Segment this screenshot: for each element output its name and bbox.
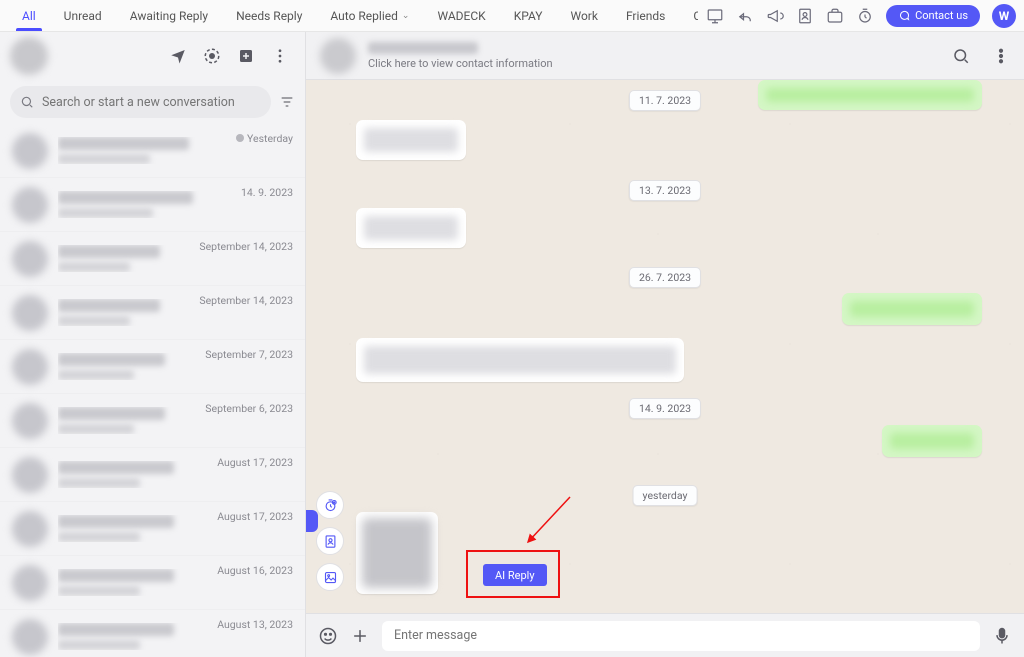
avatar — [12, 295, 48, 331]
chat-body[interactable]: 11. 7. 2023 13. 7. 2023 26. 7. 2023 14. … — [306, 80, 1024, 613]
conversation-item[interactable]: August 17, 2023 — [0, 448, 305, 502]
tab-list: All Unread Awaiting Reply Needs Reply Au… — [8, 0, 698, 31]
avatar — [12, 565, 48, 601]
chat-header: Click here to view contact information — [306, 32, 1024, 80]
message-in[interactable] — [356, 208, 466, 248]
top-tabs-bar: All Unread Awaiting Reply Needs Reply Au… — [0, 0, 1024, 32]
monitor-icon[interactable] — [706, 7, 724, 25]
search-row — [0, 80, 305, 124]
quick-schedule-button[interactable] — [316, 491, 344, 519]
tab-awaiting-reply[interactable]: Awaiting Reply — [116, 0, 222, 31]
megaphone-icon[interactable] — [766, 7, 784, 25]
contact-us-button[interactable]: Contact us — [886, 5, 980, 27]
avatar — [12, 457, 48, 493]
avatar — [12, 619, 48, 655]
mic-icon[interactable] — [992, 626, 1012, 646]
briefcase-icon[interactable] — [826, 7, 844, 25]
conv-time: August 17, 2023 — [217, 456, 293, 469]
message-in[interactable] — [356, 338, 684, 382]
tab-overflow[interactable]: Cu — [679, 0, 698, 31]
filter-icon[interactable] — [279, 94, 295, 110]
search-input[interactable] — [10, 86, 271, 118]
tab-kpay[interactable]: KPAY — [500, 0, 557, 31]
conversation-sidebar: Yesterday 14. 9. 2023 September 14, 2023… — [0, 32, 306, 657]
avatar — [12, 403, 48, 439]
quick-actions — [316, 491, 344, 591]
conv-time: September 7, 2023 — [205, 348, 293, 361]
avatar — [12, 133, 48, 169]
message-out[interactable] — [758, 80, 982, 110]
conv-time: Yesterday — [247, 132, 293, 145]
tab-wadeck[interactable]: WADECK — [423, 0, 499, 31]
avatar — [12, 511, 48, 547]
tab-needs-reply[interactable]: Needs Reply — [222, 0, 316, 31]
conv-time: August 17, 2023 — [217, 510, 293, 523]
contact-name — [368, 42, 478, 54]
quick-image-button[interactable] — [316, 563, 344, 591]
conv-time: September 14, 2023 — [199, 294, 293, 307]
composer — [306, 613, 1024, 657]
unread-dot — [236, 134, 244, 142]
search-field[interactable] — [42, 95, 261, 110]
clock-icon[interactable] — [856, 7, 874, 25]
ai-reply-button[interactable]: AI Reply — [483, 564, 547, 586]
reply-icon[interactable] — [736, 7, 754, 25]
date-chip: yesterday — [633, 485, 698, 506]
conv-time: September 6, 2023 — [205, 402, 293, 415]
conversation-item[interactable]: Yesterday — [0, 124, 305, 178]
conversation-list: Yesterday 14. 9. 2023 September 14, 2023… — [0, 124, 305, 657]
quick-contact-button[interactable] — [316, 527, 344, 555]
my-avatar[interactable] — [10, 37, 48, 75]
date-chip: 11. 7. 2023 — [629, 90, 701, 111]
conversation-item[interactable]: September 14, 2023 — [0, 232, 305, 286]
more-icon[interactable] — [271, 47, 289, 65]
conv-time: August 13, 2023 — [217, 618, 293, 631]
avatar — [12, 241, 48, 277]
tab-unread[interactable]: Unread — [50, 0, 116, 31]
search-icon — [20, 95, 34, 109]
search-in-chat-icon[interactable] — [952, 47, 970, 65]
sidebar-header — [0, 32, 305, 80]
date-chip: 14. 9. 2023 — [629, 398, 701, 419]
message-out[interactable] — [842, 293, 982, 325]
new-chat-icon[interactable] — [237, 47, 255, 65]
conversation-item[interactable]: 14. 9. 2023 — [0, 178, 305, 232]
conv-time: September 14, 2023 — [199, 240, 293, 253]
attach-icon[interactable] — [350, 626, 370, 646]
conversation-item[interactable]: August 16, 2023 — [0, 556, 305, 610]
avatar — [12, 187, 48, 223]
tab-friends[interactable]: Friends — [612, 0, 679, 31]
message-in[interactable] — [356, 120, 466, 160]
topbar-actions: Contact us W — [706, 4, 1016, 28]
brand-badge[interactable]: W — [992, 4, 1016, 28]
chevron-down-icon: ⌄ — [402, 11, 410, 21]
status-icon[interactable] — [203, 47, 221, 65]
conversation-item[interactable]: August 13, 2023 — [0, 610, 305, 657]
conversation-item[interactable]: September 6, 2023 — [0, 394, 305, 448]
tab-all[interactable]: All — [8, 0, 50, 31]
address-book-icon[interactable] — [796, 7, 814, 25]
broadcast-icon[interactable] — [169, 47, 187, 65]
message-out[interactable] — [882, 425, 982, 457]
emoji-icon[interactable] — [318, 626, 338, 646]
chat-panel: Click here to view contact information 1… — [306, 32, 1024, 657]
tab-auto-replied[interactable]: Auto Replied⌄ — [316, 0, 423, 31]
tab-work[interactable]: Work — [556, 0, 611, 31]
conversation-item[interactable]: August 17, 2023 — [0, 502, 305, 556]
date-chip: 13. 7. 2023 — [629, 180, 701, 201]
conversation-item[interactable]: September 14, 2023 — [0, 286, 305, 340]
date-chip: 26. 7. 2023 — [629, 267, 701, 288]
conv-time: August 16, 2023 — [217, 564, 293, 577]
avatar — [12, 349, 48, 385]
contact-avatar[interactable] — [320, 38, 356, 74]
chat-more-icon[interactable] — [992, 47, 1010, 65]
message-input[interactable] — [382, 621, 980, 651]
message-media[interactable] — [356, 512, 438, 594]
conversation-item[interactable]: September 7, 2023 — [0, 340, 305, 394]
contact-subtitle[interactable]: Click here to view contact information — [368, 57, 553, 70]
message-field[interactable] — [394, 628, 968, 643]
conv-time: 14. 9. 2023 — [241, 186, 293, 199]
